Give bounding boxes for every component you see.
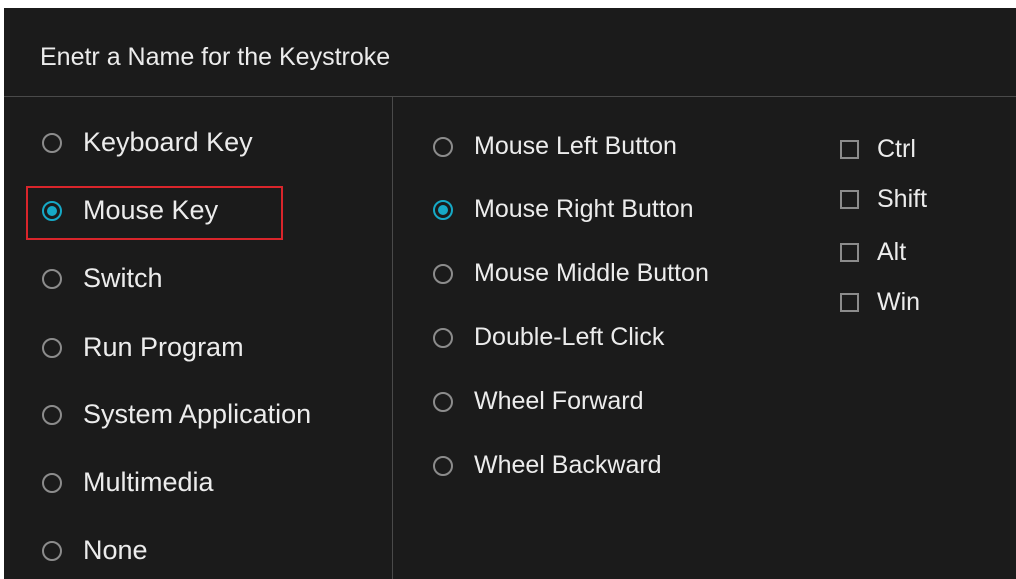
option-label: Mouse Right Button (474, 195, 694, 223)
checkbox-icon[interactable] (840, 190, 859, 209)
option-wheel-backward[interactable]: Wheel Backward (433, 451, 662, 480)
option-label: Multimedia (83, 467, 214, 497)
dialog-title: Enetr a Name for the Keystroke (40, 43, 391, 71)
checkbox-win[interactable]: Win (840, 288, 920, 317)
radio-icon[interactable] (42, 472, 62, 493)
selection-highlight-box (26, 186, 283, 240)
option-multimedia[interactable]: Multimedia (42, 467, 214, 498)
checkbox-icon[interactable] (840, 293, 859, 312)
option-label: Wheel Backward (474, 451, 662, 479)
radio-icon[interactable] (42, 337, 62, 358)
option-label: Mouse Left Button (474, 132, 677, 160)
keystroke-dialog: Enetr a Name for the Keystroke Keyboard … (4, 8, 1016, 579)
option-label: System Application (83, 399, 312, 429)
radio-icon[interactable] (433, 391, 453, 412)
checkbox-ctrl[interactable]: Ctrl (840, 135, 916, 164)
option-label: Mouse Middle Button (474, 259, 709, 287)
checkbox-shift[interactable]: Shift (840, 185, 927, 214)
option-keyboard-key[interactable]: Keyboard Key (42, 127, 253, 158)
option-system-application[interactable]: System Application (42, 399, 311, 430)
option-label: Run Program (83, 332, 244, 362)
radio-icon[interactable] (42, 132, 62, 153)
option-wheel-forward[interactable]: Wheel Forward (433, 387, 644, 416)
option-switch[interactable]: Switch (42, 263, 163, 294)
option-mouse-middle-button[interactable]: Mouse Middle Button (433, 259, 709, 288)
option-run-program[interactable]: Run Program (42, 332, 244, 363)
option-label: Double-Left Click (474, 323, 665, 351)
column-divider (392, 97, 393, 579)
option-label: Keyboard Key (83, 127, 253, 157)
radio-icon[interactable] (42, 540, 62, 561)
checkbox-alt[interactable]: Alt (840, 238, 906, 267)
option-mouse-right-button[interactable]: Mouse Right Button (433, 195, 694, 224)
checkbox-icon[interactable] (840, 243, 859, 262)
option-none[interactable]: None (42, 535, 148, 566)
checkbox-label: Alt (877, 238, 907, 266)
radio-icon[interactable] (433, 136, 453, 157)
option-label: Wheel Forward (474, 387, 644, 415)
option-double-left-click[interactable]: Double-Left Click (433, 323, 664, 352)
radio-checked-icon[interactable] (433, 199, 453, 220)
radio-icon[interactable] (433, 263, 453, 284)
checkbox-icon[interactable] (840, 140, 859, 159)
option-mouse-left-button[interactable]: Mouse Left Button (433, 132, 677, 161)
option-label: Switch (83, 263, 163, 293)
radio-icon[interactable] (433, 327, 453, 348)
option-label: None (83, 535, 148, 565)
dialog-header: Enetr a Name for the Keystroke (4, 8, 1016, 97)
checkbox-label: Shift (877, 185, 928, 213)
radio-icon[interactable] (42, 268, 62, 289)
checkbox-label: Win (877, 288, 921, 316)
radio-icon[interactable] (42, 404, 62, 425)
radio-icon[interactable] (433, 455, 453, 476)
checkbox-label: Ctrl (877, 135, 916, 163)
